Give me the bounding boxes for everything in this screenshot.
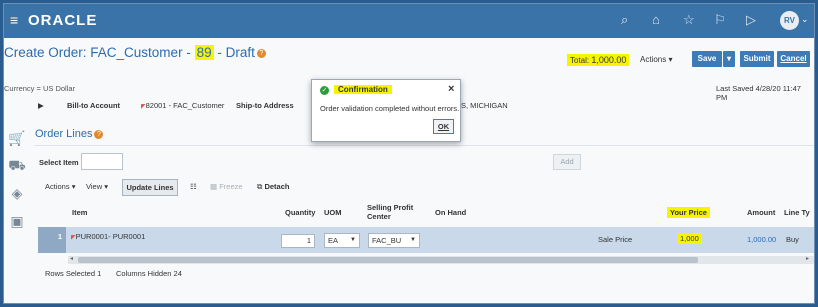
user-avatar[interactable]: RV [780,11,799,30]
column-header-line-type[interactable]: Line Ty [784,208,810,217]
submit-button[interactable]: Submit [740,51,774,67]
actions-menu[interactable]: Actions ▾ [640,55,672,64]
dialog-message: Order validation completed without error… [320,104,460,113]
select-item-label: Select Item [39,158,79,167]
freeze-label: Freeze [219,182,243,191]
search-icon[interactable]: ⌕ [621,13,628,27]
profit-center-value: FAC_BU [372,236,402,245]
column-header-your-price[interactable]: Your Price [667,207,710,218]
menu-icon[interactable]: ≡ [10,13,18,27]
currency-label: Currency = US Dollar [4,84,76,93]
detach-icon: ⧉ [257,182,263,191]
horizontal-scrollbar[interactable]: ◂ ▸ [68,256,814,264]
columns-hidden-value: 24 [173,269,182,278]
cart-icon[interactable]: 🛒 [8,129,26,147]
home-icon[interactable]: ⌂ [652,13,660,27]
amount-link[interactable]: 1,000.00 [747,235,776,244]
quantity-input[interactable]: 1 [281,234,315,248]
help-icon[interactable]: ? [94,129,104,139]
bill-to-value: ◤82001 - FAC_Customer [141,101,224,110]
favorites-star-icon[interactable]: ☆ [683,13,695,27]
bill-to-label: Bill-to Account [67,101,120,110]
ship-to-label-text: Ship-to Address [236,101,294,110]
chevron-down-icon[interactable]: ⌄ [801,14,809,25]
save-button[interactable]: Save [692,51,722,67]
your-price-value[interactable]: 1,000 [677,233,702,244]
brand-logo: ORACLE [28,12,98,29]
rows-selected-label: Rows Selected [45,269,96,278]
column-header-amount[interactable]: Amount [747,208,775,217]
freeze-button[interactable]: ▦ Freeze [210,182,243,191]
line-type-value: Buy [786,235,799,244]
top-navigation-bar: ≡ ORACLE ⌕ ⌂ ☆ ⚐ ▷ RV ⌄ [4,4,814,38]
actions-menu-label: Actions [640,55,667,64]
dropdown-arrow-icon: ▼ [410,237,416,243]
uom-value: EA [328,236,339,245]
dropdown-arrow-icon: ▾ [668,55,673,64]
tag-icon[interactable]: ◈ [8,184,26,202]
column-settings-icon[interactable]: ☷ [190,182,197,191]
scrollbar-thumb[interactable] [78,257,698,263]
column-header-quantity[interactable]: Quantity [285,208,315,217]
columns-hidden-label: Columns Hidden [116,269,172,278]
ship-to-label: Ship-to Address [236,101,294,110]
ok-button[interactable]: OK [433,119,454,134]
detach-label: Detach [264,182,290,191]
scroll-left-icon[interactable]: ◂ [70,255,73,262]
freeze-icon: ▦ [210,182,218,191]
order-total: Total: 1,000.00 [567,54,630,66]
rows-selected-value: 1 [97,269,102,278]
rows-selected: Rows Selected 1 [45,269,101,278]
total-label: Total: [570,56,590,65]
bill-to-value-text: 82001 - FAC_Customer [145,101,225,110]
row-item[interactable]: ◤PUR0001- PUR0001 [71,232,145,241]
person-badge-icon[interactable]: ▣ [8,212,26,230]
toolbar-view-label: View [86,182,103,191]
column-header-selling-profit-center[interactable]: Selling Profit Center [367,203,423,221]
dialog-title: Confirmation [334,85,392,94]
truck-icon[interactable]: ⛟ [8,156,26,174]
order-lines-title: Order Lines? [35,128,104,140]
bill-to-label-text: Bill-to Account [67,101,121,110]
price-label: Sale Price [598,235,633,244]
select-item-input[interactable] [81,153,123,170]
expand-arrow-icon[interactable]: ▶ [38,101,44,110]
title-suffix: - Draft [213,45,255,60]
uom-select[interactable]: EA ▼ [324,233,360,248]
ship-to-value: S, MICHIGAN [461,101,508,110]
success-check-icon: ✓ [320,86,329,95]
row-number: 1 [38,227,66,253]
columns-hidden: Columns Hidden 24 [116,269,182,278]
total-value: 1,000.00 [591,55,627,65]
dropdown-arrow-icon: ▼ [350,237,356,243]
divider [34,145,814,146]
toolbar-actions-label: Actions [45,182,70,191]
watchlist-flag-icon[interactable]: ⚐ [714,13,726,27]
toolbar-view-menu[interactable]: View ▾ [86,182,108,191]
row-item-text: PUR0001- PUR0001 [75,232,146,241]
column-header-on-hand[interactable]: On Hand [435,208,466,217]
close-icon[interactable]: × [448,83,454,95]
page-title: Create Order: FAC_Customer - 89 - Draft? [4,45,266,60]
cancel-button[interactable]: Cancel [777,51,810,67]
column-header-uom[interactable]: UOM [324,208,342,217]
save-options-arrow[interactable]: ▾ [723,51,735,67]
toolbar-actions-menu[interactable]: Actions ▾ [45,182,75,191]
order-number: 89 [194,45,214,60]
title-prefix: Create Order: FAC_Customer - [4,45,195,60]
scroll-right-icon[interactable]: ▸ [806,255,809,262]
detach-button[interactable]: ⧉ Detach [257,182,289,192]
play-icon[interactable]: ▷ [746,13,756,27]
last-saved-timestamp: Last Saved 4/28/20 11:47 PM [716,84,801,102]
order-lines-title-text: Order Lines [35,128,93,140]
column-header-item[interactable]: Item [72,208,87,217]
update-lines-button[interactable]: Update Lines [122,179,178,196]
help-icon[interactable]: ? [256,48,266,58]
app-window: ≡ ORACLE ⌕ ⌂ ☆ ⚐ ▷ RV ⌄ Create Order: FA… [3,3,815,304]
profit-center-select[interactable]: FAC_BU ▼ [368,233,420,248]
add-button[interactable]: Add [553,154,581,170]
